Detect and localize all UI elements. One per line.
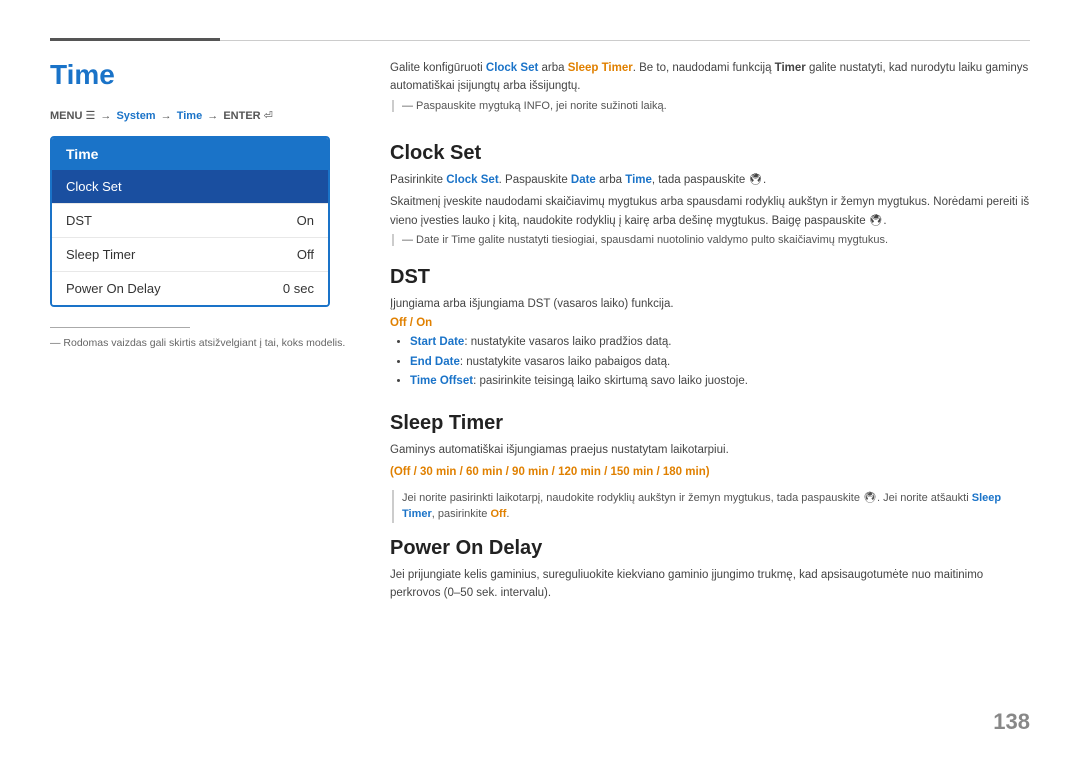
menu-item-sleep-timer-value: Off (297, 247, 314, 262)
right-column: Galite konfigūruoti Clock Set arba Sleep… (390, 59, 1030, 733)
menu-widget-header: Time (52, 138, 328, 170)
page-title: Time (50, 59, 350, 91)
section-title-sleep-timer: Sleep Timer (390, 412, 1030, 435)
page-number: 138 (993, 709, 1030, 735)
intro-note: — Paspauskite mygtuką INFO, jei norite s… (392, 100, 1030, 112)
section-body-clock-set-2: Skaitmenį įveskite naudodami skaičiavimų… (390, 193, 1030, 230)
menu-item-sleep-timer-label: Sleep Timer (66, 247, 135, 262)
section-title-power-on-delay: Power On Delay (390, 537, 1030, 560)
dst-bullet-list: Start Date: nustatykite vasaros laiko pr… (410, 333, 1030, 392)
section-body-dst: Įjungiama arba išjungiama DST (vasaros l… (390, 295, 1030, 313)
menu-item-clock-set-label: Clock Set (66, 179, 122, 194)
menu-widget: Time Clock Set DST On Sleep Timer Off Po… (50, 136, 330, 307)
section-body-sleep-timer: Gaminys automatiškai išjungiamas praejus… (390, 441, 1030, 459)
menu-item-dst-value: On (297, 213, 314, 228)
dst-off-on-label: Off / On (390, 317, 1030, 329)
intro-text: Galite konfigūruoti Clock Set arba Sleep… (390, 59, 1030, 96)
menu-item-dst[interactable]: DST On (52, 204, 328, 238)
section-title-clock-set: Clock Set (390, 142, 1030, 165)
top-rule (50, 40, 1030, 41)
dst-bullet-time-offset: Time Offset: pasirinkite teisingą laiko … (410, 372, 1030, 392)
menu-item-power-on-delay[interactable]: Power On Delay 0 sec (52, 272, 328, 305)
left-column: Time MENU ☰ → System → Time → ENTER ⏎ Ti… (50, 59, 350, 733)
footnote: — Rodomas vaizdas gali skirtis atsižvelg… (50, 336, 350, 351)
section-title-dst: DST (390, 266, 1030, 289)
menu-item-power-on-delay-value: 0 sec (283, 281, 314, 296)
menu-item-sleep-timer[interactable]: Sleep Timer Off (52, 238, 328, 272)
sleep-timer-note: Jei norite pasirinkti laikotarpį, naudok… (392, 490, 1030, 523)
menu-path: MENU ☰ → System → Time → ENTER ⏎ (50, 109, 350, 122)
section-body-clock-set-1: Pasirinkite Clock Set. Paspauskite Date … (390, 171, 1030, 189)
dst-bullet-end-date: End Date: nustatykite vasaros laiko paba… (410, 353, 1030, 373)
section-body-power-on-delay: Jei prijungiate kelis gaminius, sureguli… (390, 566, 1030, 603)
menu-item-power-on-delay-label: Power On Delay (66, 281, 161, 296)
menu-item-dst-label: DST (66, 213, 92, 228)
main-content: Time MENU ☰ → System → Time → ENTER ⏎ Ti… (50, 59, 1030, 733)
section-body-sleep-options: (Off / 30 min / 60 min / 90 min / 120 mi… (390, 463, 1030, 481)
footnote-rule (50, 327, 190, 328)
dst-bullet-start-date: Start Date: nustatykite vasaros laiko pr… (410, 333, 1030, 353)
section-note-clock-set: — Date ir Time galite nustatyti tiesiogi… (392, 234, 1030, 246)
menu-item-clock-set[interactable]: Clock Set (52, 170, 328, 204)
